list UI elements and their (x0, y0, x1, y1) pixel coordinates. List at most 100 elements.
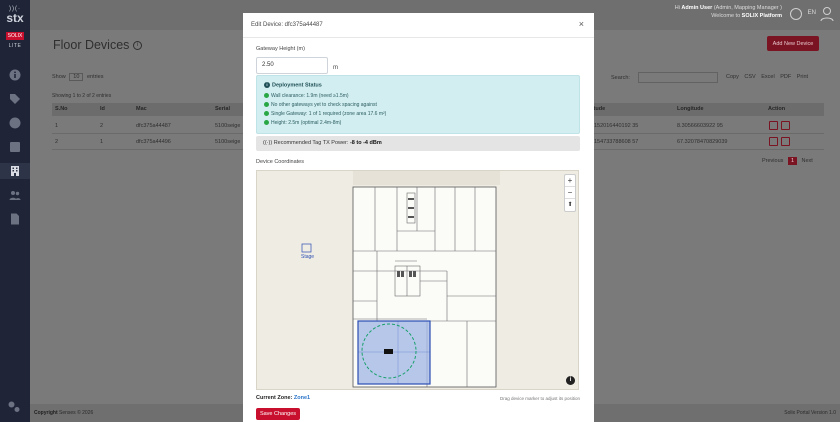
drag-hint: Drag device marker to adjust its positio… (499, 396, 580, 401)
status-text: Wall clearance: 1.9m (need ≥1.5m) (271, 93, 349, 99)
user-greeting: Hi Admin User (Admin, Mapping Manager ) … (675, 4, 782, 20)
status-text: Single Gateway: 1 of 1 required (zone ar… (271, 111, 387, 117)
reset-north-button[interactable]: ⬆ (565, 199, 575, 211)
show-entries: Show 10 entries (52, 73, 103, 81)
recommended-tx-power: ((·)) Recommended Tag TX Power: -8 to -4… (256, 136, 580, 151)
col-serial[interactable]: Serial (215, 106, 230, 112)
logo-text: stx (6, 11, 24, 25)
cell-sno: 2 (55, 139, 59, 145)
user-icon[interactable] (820, 6, 834, 22)
print-button[interactable]: Print (797, 74, 808, 80)
document-icon[interactable] (7, 212, 23, 226)
page-title-text: Floor Devices (53, 38, 130, 52)
building-icon[interactable] (0, 163, 30, 179)
zoom-out-button[interactable]: − (565, 187, 575, 199)
col-id[interactable]: Id (100, 106, 105, 112)
settings-icon[interactable] (7, 400, 21, 419)
csv-button[interactable]: CSV (744, 74, 755, 80)
col-longitude[interactable]: Longitude (677, 106, 704, 112)
cell-mac: dfc375a44487 (136, 123, 171, 129)
status-line: Height: 2.5m (optimal 2.4m-8m) (264, 120, 341, 126)
info-icon: i (264, 82, 270, 88)
stage-label: Stage (301, 254, 314, 260)
modal-title: Edit Device: dfc375a44487 (251, 22, 323, 28)
footer-version: Solix Portal Version 1.0 (784, 410, 836, 416)
save-changes-button[interactable]: Save Changes (256, 408, 300, 420)
tag-icon[interactable] (7, 92, 23, 106)
sidebar: ))(· stx SOLIX LITE (0, 0, 30, 422)
check-icon (264, 111, 269, 117)
deployment-status-box: i Deployment Status Wall clearance: 1.9m … (256, 75, 580, 134)
greeting-prefix: Hi (674, 5, 680, 11)
footer-copyright: Copyright Senses © 2026 (34, 410, 93, 416)
edit-icon[interactable] (769, 121, 778, 130)
excel-button[interactable]: Excel (761, 74, 774, 80)
col-sno[interactable]: S.No (55, 106, 68, 112)
edit-icon[interactable] (769, 137, 778, 146)
delete-icon[interactable] (781, 121, 790, 130)
unit-label: m (333, 65, 338, 71)
page-title: Floor Devices i (53, 38, 142, 52)
map-info-icon[interactable]: i (566, 376, 575, 385)
check-icon (264, 102, 269, 108)
zoom-control: + − ⬆ (564, 174, 576, 212)
current-zone: Current Zone: Zone1 (256, 395, 310, 401)
cell-serial: 5100seige (215, 123, 241, 129)
user-name: Admin User (681, 5, 713, 11)
cell-latitude: 152016440192 35 (594, 123, 639, 129)
col-action: Action (768, 106, 786, 112)
status-line: No other gateways yet to check spacing a… (264, 102, 377, 108)
next-page-button[interactable]: Next (802, 158, 813, 164)
gateway-height-label: Gateway Height (m) (256, 46, 305, 52)
status-line: Wall clearance: 1.9m (need ≥1.5m) (264, 93, 349, 99)
delete-icon[interactable] (781, 137, 790, 146)
copy-button[interactable]: Copy (726, 74, 739, 80)
info-circle-icon[interactable]: i (132, 41, 142, 51)
users-icon[interactable] (7, 188, 23, 202)
cell-sno: 1 (55, 123, 59, 129)
modal-header: Edit Device: dfc375a44487 × (243, 13, 594, 38)
circle-icon[interactable] (7, 116, 23, 130)
current-zone-value: Zone1 (293, 395, 311, 401)
edit-device-modal: Edit Device: dfc375a44487 × Gateway Heig… (243, 13, 594, 422)
globe-icon[interactable] (790, 8, 802, 20)
signal-icon: ((·)) (263, 140, 273, 146)
deployment-status-title: i Deployment Status (264, 82, 322, 88)
add-new-device-button[interactable]: Add New Device (767, 36, 819, 51)
entries-select[interactable]: 10 (69, 73, 84, 81)
status-line: Single Gateway: 1 of 1 required (zone ar… (264, 111, 386, 117)
cell-longitude: 67.32078470829039 (677, 139, 728, 145)
current-page-button[interactable]: 1 (787, 157, 797, 165)
cell-mac: dfc375a44496 (136, 139, 171, 145)
close-icon[interactable]: × (579, 19, 584, 29)
copyright-label: Copyright (34, 410, 58, 416)
status-text: No other gateways yet to check spacing a… (271, 102, 377, 108)
zoom-in-button[interactable]: + (565, 175, 575, 187)
search-input[interactable] (638, 72, 718, 83)
gateway-height-input[interactable]: 2.50 (256, 57, 328, 74)
entries-label: entries (86, 74, 104, 80)
copyright-text: Senses © 2026 (59, 410, 94, 416)
check-icon (264, 93, 269, 99)
rec-label: Recommended Tag TX Power: (273, 140, 349, 146)
floor-map[interactable]: Stage + − ⬆ i (256, 170, 579, 390)
info-icon[interactable] (7, 68, 23, 82)
user-roles: (Admin, Mapping Manager ) (713, 5, 782, 11)
col-mac[interactable]: Mac (136, 106, 147, 112)
box-icon[interactable] (7, 140, 23, 154)
device-marker (384, 349, 393, 354)
device-coordinates-label: Device Coordinates (256, 159, 304, 165)
export-buttons: Copy CSV Excel PDF Print (726, 74, 808, 80)
show-label: Show (52, 74, 66, 80)
pdf-button[interactable]: PDF (780, 74, 791, 80)
search-label: Search: (611, 75, 630, 81)
language-selector[interactable]: EN (808, 10, 816, 16)
cell-id: 2 (100, 123, 104, 129)
check-icon (264, 120, 269, 126)
cell-latitude: 154733788608 57 (594, 139, 639, 145)
previous-page-button[interactable]: Previous (762, 158, 783, 164)
deployment-status-text: Deployment Status (272, 82, 322, 89)
pagination: Previous 1 Next (762, 157, 813, 165)
platform-name: SOLIX Platform (741, 13, 782, 19)
floor-plan: Stage (257, 171, 578, 389)
